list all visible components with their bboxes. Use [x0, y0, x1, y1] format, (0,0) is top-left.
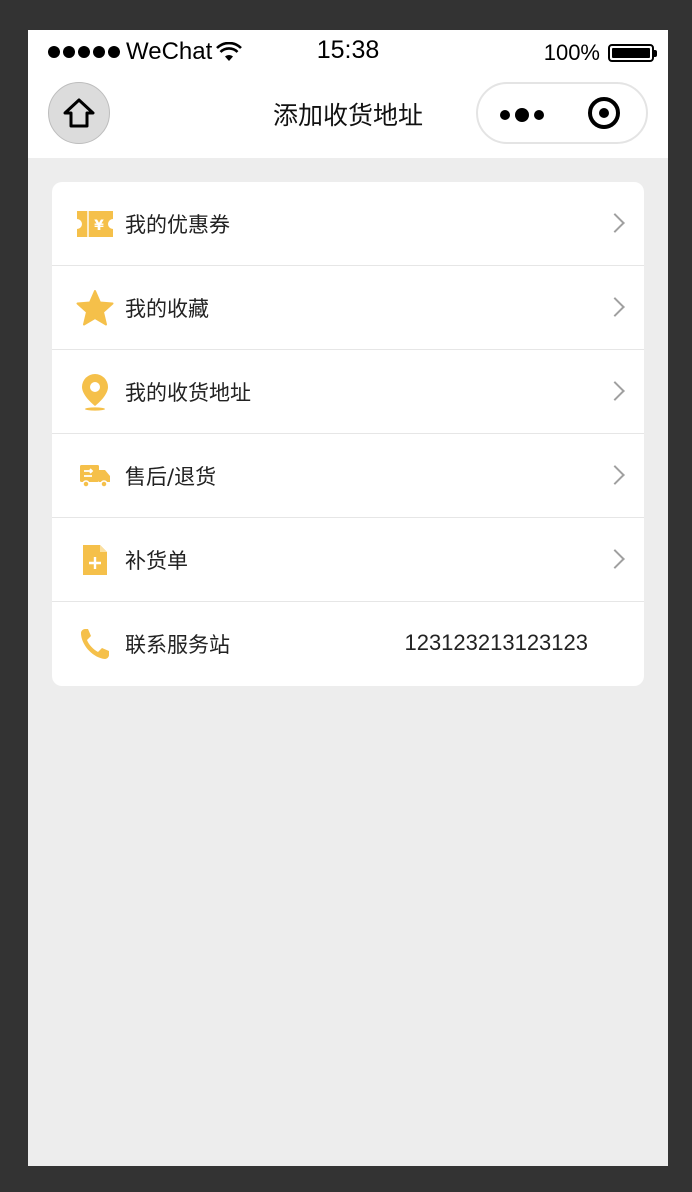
menu-item-after-sales[interactable]: 售后/退货	[52, 434, 644, 518]
chevron-right-icon	[605, 465, 625, 485]
phone-icon	[75, 624, 115, 664]
menu-label-favorites: 我的收藏	[125, 296, 209, 321]
menu-label-contact: 联系服务站	[125, 633, 230, 657]
chevron-right-icon	[605, 381, 625, 401]
contact-phone-number[interactable]: 123123213123123	[404, 630, 588, 656]
battery-percent: 100%	[543, 40, 600, 65]
menu-label-addresses: 我的收货地址	[125, 380, 251, 405]
coupon-icon: ¥	[75, 204, 115, 244]
battery-fill	[612, 48, 650, 58]
chevron-right-icon	[605, 297, 625, 317]
menu-item-restock[interactable]: 补货单	[52, 518, 644, 602]
phone-screen: WeChat 15:38 100% 添加收货地址 ¥ 我的优惠券 我的收藏 我的…	[28, 30, 668, 1166]
chevron-right-icon	[605, 213, 625, 233]
menu-label-restock: 补货单	[125, 548, 188, 573]
battery-icon	[608, 44, 657, 62]
menu-capsule	[476, 82, 648, 144]
truck-icon	[75, 456, 115, 496]
target-icon[interactable]	[588, 97, 620, 129]
menu-item-favorites[interactable]: 我的收藏	[52, 266, 644, 350]
menu-item-coupons[interactable]: ¥ 我的优惠券	[52, 182, 644, 266]
menu-item-addresses[interactable]: 我的收货地址	[52, 350, 644, 434]
status-bar: WeChat 15:38 100%	[28, 30, 668, 74]
document-plus-icon	[75, 540, 115, 580]
status-right: 100%	[543, 40, 657, 66]
location-pin-icon	[75, 372, 115, 412]
navigation-bar: 添加收货地址	[28, 74, 668, 158]
menu-label-after-sales: 售后/退货	[125, 464, 217, 489]
menu-item-contact[interactable]: 联系服务站 123123213123123	[52, 602, 644, 686]
menu-label-coupons: 我的优惠券	[125, 212, 230, 237]
svg-text:¥: ¥	[94, 218, 104, 234]
star-icon	[75, 288, 115, 328]
chevron-right-icon	[605, 549, 625, 569]
menu-card: ¥ 我的优惠券 我的收藏 我的收货地址 售后/退货 补货单 联系服务站 1231…	[52, 182, 644, 686]
more-dots-icon[interactable]	[500, 108, 544, 122]
